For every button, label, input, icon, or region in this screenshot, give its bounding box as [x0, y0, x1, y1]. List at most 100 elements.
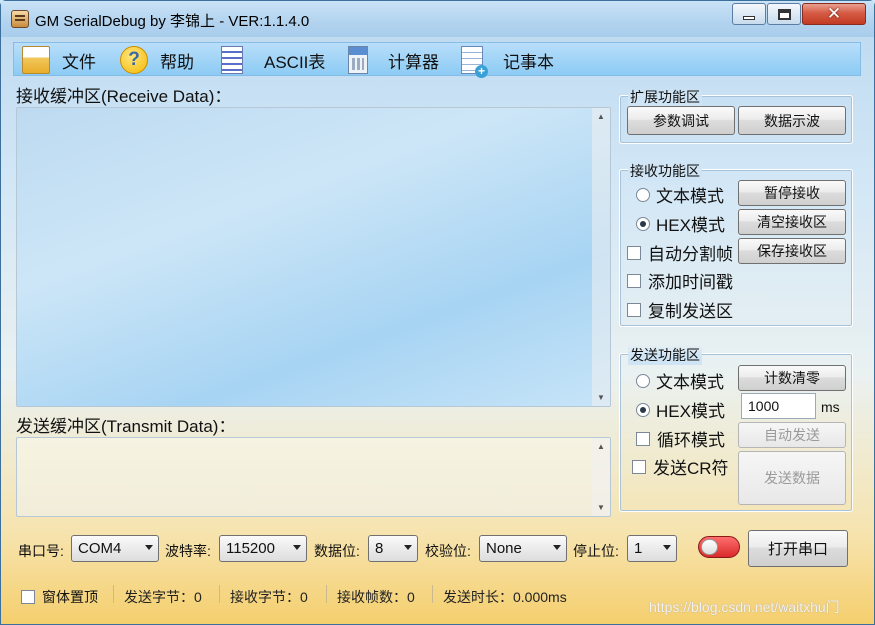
send-cr-checkbox[interactable]: 发送CR符	[632, 454, 729, 479]
checkbox-label: 自动分割帧	[648, 245, 733, 264]
stop-bits-select[interactable]: 1	[627, 535, 677, 562]
checkbox-icon	[21, 590, 35, 604]
radio-label: HEX模式	[656, 402, 725, 421]
folder-icon	[22, 46, 50, 74]
select-value: COM4	[78, 540, 122, 557]
baud-select[interactable]: 115200	[219, 535, 307, 562]
send-duration-status: 发送时长：0.000ms	[443, 589, 567, 605]
checkbox-label: 循环模式	[657, 431, 725, 450]
pause-receive-button[interactable]: 暂停接收	[738, 180, 846, 206]
radio-label: 文本模式	[656, 187, 724, 206]
title-bar[interactable]: GM SerialDebug by 李锦上 - VER:1.1.4.0 ✕	[1, 1, 874, 37]
loop-mode-checkbox[interactable]: 循环模式	[636, 426, 725, 451]
data-scope-button[interactable]: 数据示波	[738, 106, 846, 135]
group-title: 扩展功能区	[628, 87, 702, 107]
checkbox-icon	[636, 431, 650, 446]
table-icon	[221, 46, 243, 74]
minimize-button[interactable]	[732, 3, 766, 25]
radio-icon	[636, 373, 650, 388]
received-frames-status: 接收帧数：0	[337, 589, 415, 605]
close-button[interactable]: ✕	[802, 3, 866, 25]
transmit-buffer-label: 发送缓冲区(Transmit Data)：	[16, 417, 236, 436]
save-receive-button[interactable]: 保存接收区	[738, 238, 846, 264]
parity-select[interactable]: None	[479, 535, 567, 562]
maximize-icon	[777, 8, 791, 20]
received-bytes-status: 接收字节：0	[230, 589, 308, 605]
send-hex-mode-radio[interactable]: HEX模式	[636, 397, 725, 422]
menu-item-label: ASCII表	[264, 52, 326, 72]
window-topmost-checkbox[interactable]: 窗体置顶	[21, 587, 98, 607]
auto-split-frame-checkbox[interactable]: 自动分割帧	[627, 240, 733, 265]
notepad-icon	[461, 46, 488, 78]
group-title: 接收功能区	[628, 161, 702, 181]
checkbox-icon	[627, 273, 641, 288]
data-bits-select[interactable]: 8	[368, 535, 418, 562]
port-select[interactable]: COM4	[71, 535, 159, 562]
transmit-textarea[interactable]: ▲ ▼	[16, 437, 611, 517]
scroll-up-icon[interactable]: ▲	[597, 442, 605, 451]
reset-count-button[interactable]: 计数清零	[738, 365, 846, 391]
send-function-group: 发送功能区 文本模式 HEX模式 循环模式 发送CR符 计数清零 1000 ms…	[619, 345, 853, 512]
extension-group: 扩展功能区 参数调试 数据示波	[619, 87, 853, 144]
parity-label: 校验位:	[425, 543, 471, 559]
radio-label: 文本模式	[656, 373, 724, 392]
receive-textarea[interactable]: ▲ ▼	[16, 107, 611, 407]
auto-send-button[interactable]: 自动发送	[738, 422, 846, 448]
receive-function-group: 接收功能区 文本模式 HEX模式 自动分割帧 添加时间戳 复制发送区 暂停接收 …	[619, 161, 853, 327]
menu-item-label: 文件	[62, 52, 96, 72]
send-data-button[interactable]: 发送数据	[738, 451, 846, 505]
recv-hex-mode-radio[interactable]: HEX模式	[636, 211, 725, 236]
menu-item-label: 计算器	[388, 52, 439, 72]
menu-item-help[interactable]: ? 帮助	[120, 43, 194, 77]
menu-item-notepad[interactable]: 记事本	[461, 43, 554, 78]
chevron-down-icon	[145, 545, 153, 550]
toggle-knob	[701, 539, 718, 555]
checkbox-icon	[627, 302, 641, 317]
close-icon: ✕	[826, 4, 842, 24]
chevron-down-icon	[553, 545, 561, 550]
checkbox-icon	[632, 459, 646, 474]
menu-item-label: 记事本	[503, 52, 554, 72]
port-status-toggle[interactable]	[698, 536, 740, 558]
select-value: None	[486, 540, 522, 557]
send-interval-input[interactable]: 1000	[741, 393, 816, 419]
menu-item-file[interactable]: 文件	[22, 43, 96, 77]
baud-label: 波特率:	[165, 543, 211, 559]
status-divider	[326, 585, 327, 603]
app-icon	[11, 10, 29, 28]
checkbox-label: 发送CR符	[653, 459, 729, 478]
checkbox-label: 窗体置顶	[42, 589, 98, 605]
scroll-down-icon[interactable]: ▼	[597, 393, 605, 402]
radio-selected-icon	[636, 402, 650, 417]
status-divider	[113, 585, 114, 603]
menu-item-calculator[interactable]: 计算器	[348, 43, 439, 77]
select-value: 8	[375, 540, 384, 557]
chevron-down-icon	[293, 545, 301, 550]
param-debug-button[interactable]: 参数调试	[627, 106, 735, 135]
help-icon: ?	[120, 46, 148, 74]
scroll-down-icon[interactable]: ▼	[597, 503, 605, 512]
stop-bits-label: 停止位:	[573, 543, 619, 559]
recv-text-mode-radio[interactable]: 文本模式	[636, 182, 724, 207]
menu-item-label: 帮助	[160, 52, 194, 72]
checkbox-label: 复制发送区	[648, 302, 733, 321]
transmit-scrollbar[interactable]: ▲ ▼	[592, 438, 610, 516]
send-text-mode-radio[interactable]: 文本模式	[636, 368, 724, 393]
copy-send-area-checkbox[interactable]: 复制发送区	[627, 297, 733, 322]
menu-item-ascii[interactable]: ASCII表	[221, 43, 325, 77]
chevron-down-icon	[663, 545, 671, 550]
receive-scrollbar[interactable]: ▲ ▼	[592, 108, 610, 406]
clear-receive-button[interactable]: 清空接收区	[738, 209, 846, 235]
checkbox-icon	[627, 245, 641, 260]
open-port-button[interactable]: 打开串口	[748, 530, 848, 567]
radio-icon	[636, 187, 650, 202]
interval-unit-label: ms	[821, 399, 840, 415]
receive-buffer-label: 接收缓冲区(Receive Data)：	[16, 87, 232, 106]
add-timestamp-checkbox[interactable]: 添加时间戳	[627, 268, 733, 293]
port-label: 串口号:	[18, 543, 64, 559]
sent-bytes-status: 发送字节：0	[124, 589, 202, 605]
select-value: 1	[634, 540, 643, 557]
scroll-up-icon[interactable]: ▲	[597, 112, 605, 121]
maximize-button[interactable]	[767, 3, 801, 25]
select-value: 115200	[226, 540, 275, 557]
